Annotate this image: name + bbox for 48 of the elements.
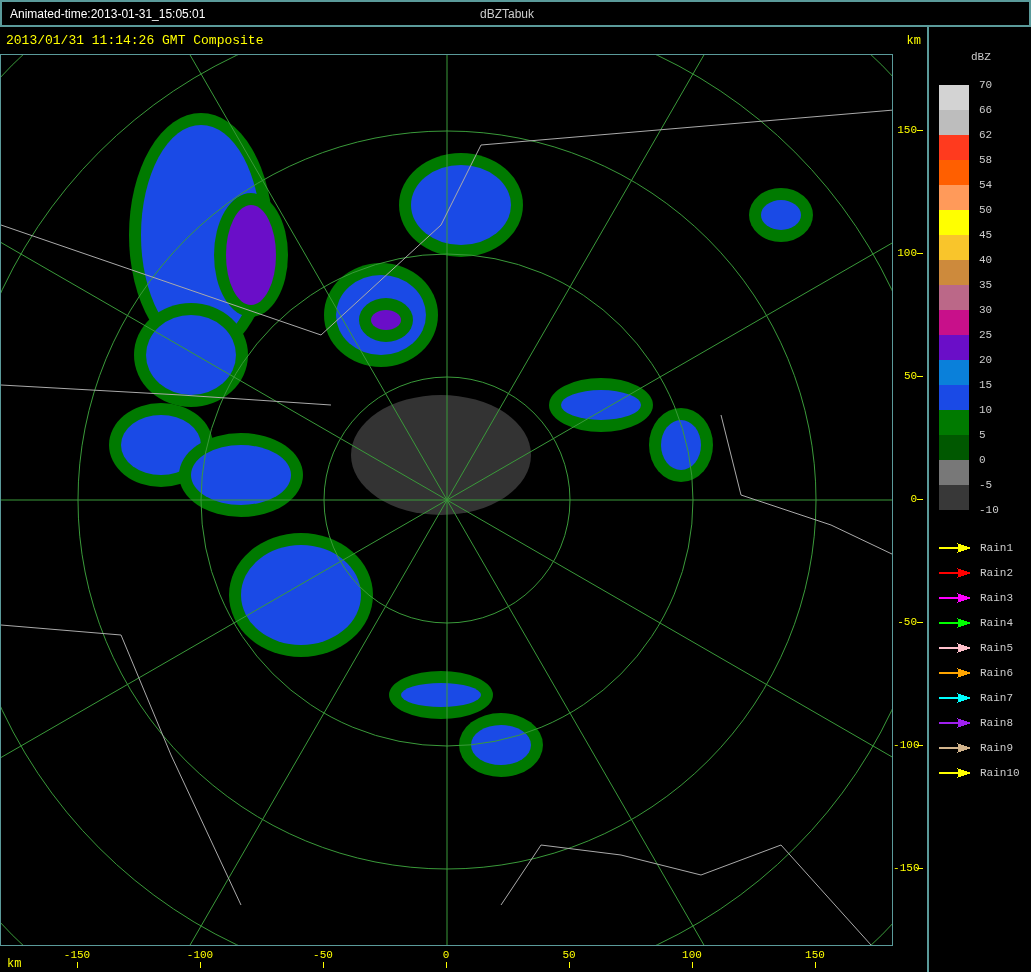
scale-label: 0 [979,452,987,468]
plot-heading: 2013/01/31 11:14:26 GMT Composite [6,31,264,50]
scale-label: 66 [979,102,994,118]
y-tick-label: 50 [902,369,918,383]
scale-label: 10 [979,402,994,418]
scale-label: -5 [979,477,994,493]
track-label: Rain3 [980,590,1013,606]
track-label: Rain8 [980,715,1013,731]
x-tick-label: 100 [682,949,702,962]
y-tick-label: -150 [893,861,918,875]
animation-time: Animated-time:2013-01-31_15:05:01 [10,5,206,23]
scale-label: 70 [979,77,994,93]
track-label: Rain5 [980,640,1013,656]
scale-label: 5 [979,427,987,443]
scale-label: 45 [979,227,994,243]
track-label: Rain6 [980,665,1013,681]
y-tick-label: -100 [893,738,918,752]
scale-label: 50 [979,202,994,218]
x-tick-label: -100 [186,949,214,962]
scale-label: 35 [979,277,994,293]
x-tick-label: 0 [442,949,450,962]
scale-label: 30 [979,302,994,318]
y-tick-label: 100 [896,246,918,260]
track-label: Rain2 [980,565,1013,581]
legend-unit: dBZ [971,50,992,65]
x-axis-unit: km [7,956,22,972]
scale-label: 20 [979,352,994,368]
track-label: Rain7 [980,690,1013,706]
x-tick-label: -50 [313,949,333,962]
y-tick-label: 150 [896,123,918,137]
y-tick-label: 0 [909,492,918,506]
scale-label: 54 [979,177,994,193]
x-tick-label: 50 [562,949,576,962]
track-label: Rain4 [980,615,1013,631]
track-label: Rain9 [980,740,1013,756]
window-title: dBZTabuk [480,5,535,23]
scale-label: 40 [979,252,994,268]
y-tick-label: -50 [896,615,918,629]
track-label: Rain10 [980,765,1020,781]
scale-label: 58 [979,152,994,168]
x-tick-label: -150 [63,949,91,962]
track-label: Rain1 [980,540,1013,556]
scale-label: -10 [979,502,999,518]
x-tick-label: 150 [805,949,825,962]
scale-label: 62 [979,127,994,143]
scale-label: 15 [979,377,994,393]
scale-label: 25 [979,327,994,343]
y-axis-unit: km [906,32,921,50]
